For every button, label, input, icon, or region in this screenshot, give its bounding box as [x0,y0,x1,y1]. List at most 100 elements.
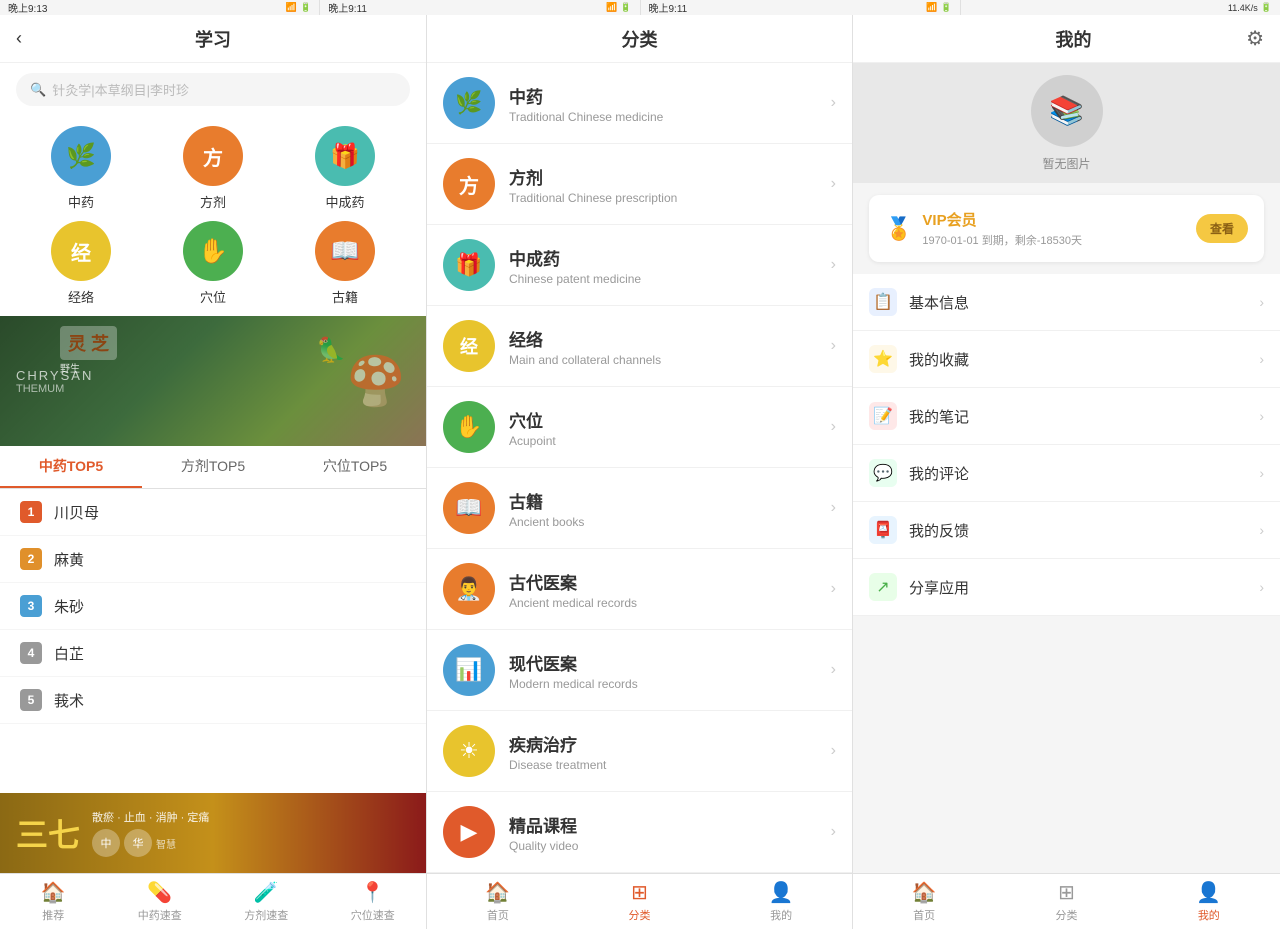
menu-name-fankui: 我的反馈 [909,520,1259,541]
zhongyao-label: 中药 [68,192,94,211]
cat-sub-fangji: Traditional Chinese prescription [509,191,831,205]
cat-jibing-zhiliao[interactable]: ☀ 疾病治疗 Disease treatment › [427,711,852,792]
cat-xuewei[interactable]: ✋ 穴位 Acupoint › [427,387,852,468]
rank-item-5[interactable]: 5 莪术 [0,677,426,724]
cat-jingpin-kecheng[interactable]: ▶ 精品课程 Quality video › [427,792,852,873]
bnav3-mine[interactable]: 👤 我的 [1138,874,1280,929]
arrow-jibenxinxi: › [1259,294,1264,310]
rank-item-3[interactable]: 3 朱砂 [0,583,426,630]
menu-list: 📋 基本信息 › ⭐ 我的收藏 › 📝 我的笔记 › 💬 我的评论 › 📮 [853,274,1280,616]
category-list: 🌿 中药 Traditional Chinese medicine › 方 方剂… [427,63,852,873]
mine-icon2: 👤 [769,880,794,905]
bnav2-category[interactable]: ⊞ 分类 [569,874,711,929]
menu-name-biji: 我的笔记 [909,406,1259,427]
icon-fangji[interactable]: 方 方剂 [152,126,274,211]
time3: 晚上9:11 [649,0,688,15]
tab-fangji[interactable]: 方剂TOP5 [142,446,284,488]
bnav2-mine[interactable]: 👤 我的 [710,874,852,929]
banner2-icon2: 华 [124,829,152,857]
cat-xiandai-yian[interactable]: 📊 现代医案 Modern medical records › [427,630,852,711]
cat-guji[interactable]: 📖 古籍 Ancient books › [427,468,852,549]
banner-bird-icon: 🦜 [316,336,346,365]
search-bar[interactable]: 🔍 针灸学|本草纲目|李时珍 [16,73,410,106]
menu-biji[interactable]: 📝 我的笔记 › [853,388,1280,445]
cat-name-jingluo: 经络 [509,326,831,351]
icon-guji[interactable]: 📖 古籍 [284,221,406,306]
arrow-xiandai-yian: › [831,661,836,679]
jingluo-icon: 经 [51,221,111,281]
share-icon: ↗ [869,573,897,601]
cat-name-zhongchengyao: 中成药 [509,245,831,270]
bnav2-home-label: 首页 [487,907,509,923]
zhongyao-nav-icon: 💊 [147,880,172,905]
menu-pinglun[interactable]: 💬 我的评论 › [853,445,1280,502]
banner-image: CHRYSAN THEMUM 🍄 🦜 灵 芝 野生 [0,316,426,446]
icon-jingluo[interactable]: 经 经络 [20,221,142,306]
menu-name-shoucang: 我的收藏 [909,349,1259,370]
xuewei-label: 穴位 [200,287,226,306]
cat-icon-gudai-yian: 👨‍⚕️ [443,563,495,615]
cat-jingluo[interactable]: 经 经络 Main and collateral channels › [427,306,852,387]
cat-fangji[interactable]: 方 方剂 Traditional Chinese prescription › [427,144,852,225]
rank-name-4: 白芷 [54,643,84,664]
arrow-share: › [1259,579,1264,595]
arrow-gudai-yian: › [831,580,836,598]
search-icon: 🔍 [30,82,46,98]
cat-name-xiandai-yian: 现代医案 [509,650,831,675]
arrow-jingluo: › [831,337,836,355]
arrow-shoucang: › [1259,351,1264,367]
menu-jibenxinxi[interactable]: 📋 基本信息 › [853,274,1280,331]
menu-name-pinglun: 我的评论 [909,463,1259,484]
banner-en: CHRYSAN [16,368,93,383]
network-icon2: 📶 [606,2,617,13]
bnav2-category-label: 分类 [629,907,651,923]
bnav1-xuewei[interactable]: 📍 穴位速查 [320,874,427,929]
bnav3-home[interactable]: 🏠 首页 [853,874,995,929]
cat-name-jibing-zhiliao: 疾病治疗 [509,731,831,756]
cat-gudai-yian[interactable]: 👨‍⚕️ 古代医案 Ancient medical records › [427,549,852,630]
icon-xuewei[interactable]: ✋ 穴位 [152,221,274,306]
jibenxinxi-icon: 📋 [869,288,897,316]
cat-icon-xiandai-yian: 📊 [443,644,495,696]
bnav2-home[interactable]: 🏠 首页 [427,874,569,929]
back-button[interactable]: ‹ [16,28,22,49]
cat-zhongchengyao[interactable]: 🎁 中成药 Chinese patent medicine › [427,225,852,306]
speed-label4: 11.4K/s [1228,3,1258,13]
rank-name-2: 麻黄 [54,549,84,570]
menu-fankui[interactable]: 📮 我的反馈 › [853,502,1280,559]
zhongchengyao-icon: 🎁 [315,126,375,186]
cat-icon-zhongyao: 🌿 [443,77,495,129]
rank-item-1[interactable]: 1 川贝母 [0,489,426,536]
network-icon3: 📶 [926,2,937,13]
settings-button[interactable]: ⚙ [1246,26,1264,51]
cat-zhongyao[interactable]: 🌿 中药 Traditional Chinese medicine › [427,63,852,144]
tab-zhongyao[interactable]: 中药TOP5 [0,446,142,488]
vip-button[interactable]: 查看 [1196,214,1248,243]
bnav1-label-zhongyao: 中药速查 [138,907,182,923]
avatar-area: 📚 暂无图片 [853,63,1280,183]
banner-plant-icon: 🍄 [346,353,406,410]
battery-icon1: 🔋 [300,2,311,13]
menu-shoucang[interactable]: ⭐ 我的收藏 › [853,331,1280,388]
icon-zhongchengyao[interactable]: 🎁 中成药 [284,126,406,211]
bnav1-recommend[interactable]: 🏠 推荐 [0,874,107,929]
bnav1-zhongyao[interactable]: 💊 中药速查 [107,874,214,929]
battery-icon2: 🔋 [620,2,631,13]
tab-xuewei[interactable]: 穴位TOP5 [284,446,426,488]
rank-item-2[interactable]: 2 麻黄 [0,536,426,583]
icon-zhongyao[interactable]: 🌿 中药 [20,126,142,211]
rank-badge-4: 4 [20,642,42,664]
arrow-guji: › [831,499,836,517]
arrow-zhongyao: › [831,94,836,112]
bnav1-fangji[interactable]: 🧪 方剂速查 [213,874,320,929]
guji-label: 古籍 [332,287,358,306]
time2: 晚上9:11 [328,0,367,15]
menu-share[interactable]: ↗ 分享应用 › [853,559,1280,616]
rank-item-4[interactable]: 4 白芷 [0,630,426,677]
cat-sub-zhongyao: Traditional Chinese medicine [509,110,831,124]
bnav3-category[interactable]: ⊞ 分类 [995,874,1137,929]
jingluo-label: 经络 [68,287,94,306]
bnav3-home-label: 首页 [913,907,935,923]
rank-name-5: 莪术 [54,690,84,711]
xuewei-nav-icon: 📍 [360,880,385,905]
